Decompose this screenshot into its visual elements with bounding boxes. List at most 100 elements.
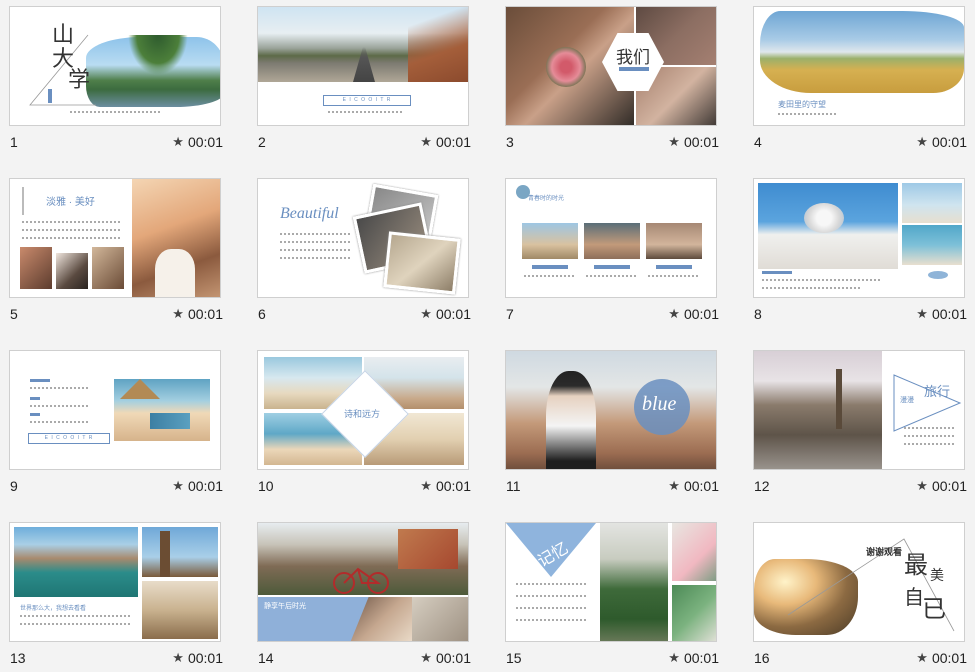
slide-6[interactable]: Beautiful 6 ★ 00:01 bbox=[257, 178, 477, 328]
star-icon: ★ bbox=[668, 478, 680, 493]
duration-text: 00:01 bbox=[683, 134, 719, 150]
slide-duration[interactable]: ★ 00:01 bbox=[172, 478, 223, 494]
slide-duration[interactable]: ★ 00:01 bbox=[420, 134, 471, 150]
slide-number: 9 bbox=[10, 478, 18, 494]
body-text bbox=[904, 427, 954, 429]
slide-duration[interactable]: ★ 00:01 bbox=[420, 306, 471, 322]
slide-duration[interactable]: ★ 00:01 bbox=[172, 134, 223, 150]
caption: 诗和远方 bbox=[344, 409, 381, 419]
street-photo bbox=[754, 351, 882, 469]
slide-thumbnail[interactable]: 山 大 学 bbox=[9, 6, 221, 126]
duration-text: 00:01 bbox=[931, 134, 967, 150]
body-text bbox=[762, 279, 882, 281]
slide-duration[interactable]: ★ 00:01 bbox=[172, 306, 223, 322]
body-text bbox=[20, 615, 130, 617]
slide-number: 1 bbox=[10, 134, 18, 150]
wheat-field-photo bbox=[760, 11, 964, 93]
slide-duration[interactable]: ★ 00:01 bbox=[916, 478, 967, 494]
title-char-3: 自 bbox=[904, 587, 924, 609]
subtitle-text bbox=[328, 111, 404, 113]
slide-duration[interactable]: ★ 00:01 bbox=[420, 478, 471, 494]
duration-text: 00:01 bbox=[435, 478, 471, 494]
body-text bbox=[22, 237, 122, 239]
star-icon: ★ bbox=[668, 306, 680, 321]
slide-duration[interactable]: ★ 00:01 bbox=[668, 134, 719, 150]
slide-thumbnail[interactable]: 麦田里的守望 bbox=[753, 6, 965, 126]
body-text bbox=[30, 405, 90, 407]
slide-duration[interactable]: ★ 00:01 bbox=[172, 650, 223, 666]
star-icon: ★ bbox=[420, 650, 432, 665]
title-char-3: 学 bbox=[68, 67, 91, 92]
slide-duration[interactable]: ★ 00:01 bbox=[916, 134, 967, 150]
slide-16[interactable]: 谢谢观看 最 美 自 已 16 ★ 00:01 bbox=[753, 522, 973, 672]
slide-14[interactable]: 静享午后时光 14 ★ 00:01 bbox=[257, 522, 477, 672]
body-text bbox=[524, 275, 576, 277]
slide-thumbnail[interactable]: Beautiful bbox=[257, 178, 469, 298]
body-text bbox=[516, 583, 586, 585]
tower-photo bbox=[160, 531, 170, 577]
slide-thumbnail[interactable]: 世界那么大，我想去看看 bbox=[9, 522, 221, 642]
slide-duration[interactable]: ★ 00:01 bbox=[916, 650, 967, 666]
portrait-photo bbox=[92, 247, 124, 289]
slide-thumbnail[interactable]: 记忆 bbox=[505, 522, 717, 642]
slide-duration[interactable]: ★ 00:01 bbox=[916, 306, 967, 322]
label-bar bbox=[762, 271, 792, 274]
slide-4[interactable]: 麦田里的守望 4 ★ 00:01 bbox=[753, 6, 973, 156]
slide-duration[interactable]: ★ 00:01 bbox=[668, 650, 719, 666]
title-box: E I C O O I T R bbox=[28, 433, 110, 444]
slide-thumbnail[interactable]: E I C O O I T R bbox=[9, 350, 221, 470]
slide-number: 16 bbox=[754, 650, 770, 666]
girl-photo bbox=[584, 223, 640, 259]
boat-photo bbox=[902, 183, 962, 223]
duration-text: 00:01 bbox=[931, 306, 967, 322]
slide-thumbnail[interactable]: blue bbox=[505, 350, 717, 470]
star-icon: ★ bbox=[668, 650, 680, 665]
slide-thumbnail[interactable]: 静享午后时光 bbox=[257, 522, 469, 642]
slide-2[interactable]: E I C O O I T R 2 ★ 00:01 bbox=[257, 6, 477, 156]
slide-13[interactable]: 世界那么大，我想去看看 13 ★ 00:01 bbox=[9, 522, 229, 672]
label-bar bbox=[532, 265, 568, 269]
body-text bbox=[20, 623, 130, 625]
bicycle-icon bbox=[333, 567, 389, 594]
beach-photo bbox=[902, 225, 962, 265]
slide-8[interactable]: 8 ★ 00:01 bbox=[753, 178, 973, 328]
body-text bbox=[586, 275, 638, 277]
slide-3[interactable]: 我们 3 ★ 00:01 bbox=[505, 6, 725, 156]
slide-duration[interactable]: ★ 00:01 bbox=[668, 478, 719, 494]
slide-number: 10 bbox=[258, 478, 274, 494]
slide-duration[interactable]: ★ 00:01 bbox=[668, 306, 719, 322]
subtitle-text bbox=[70, 111, 160, 113]
slide-duration[interactable]: ★ 00:01 bbox=[420, 650, 471, 666]
duration-text: 00:01 bbox=[187, 306, 223, 322]
duration-text: 00:01 bbox=[187, 134, 223, 150]
duration-text: 00:01 bbox=[683, 306, 719, 322]
beach-books-photo bbox=[114, 379, 210, 441]
slide-thumbnail[interactable]: 淡雅 · 美好 bbox=[9, 178, 221, 298]
slide-9[interactable]: E I C O O I T R 9 ★ 00:01 bbox=[9, 350, 229, 500]
slide-title: 淡雅 · 美好 bbox=[46, 197, 95, 208]
slide-12[interactable]: 旅行 漫漫 12 ★ 00:01 bbox=[753, 350, 973, 500]
portrait-photo bbox=[56, 253, 88, 289]
duration-text: 00:01 bbox=[435, 306, 471, 322]
slide-10[interactable]: 诗和远方 10 ★ 00:01 bbox=[257, 350, 477, 500]
slide-thumbnail[interactable]: 谢谢观看 最 美 自 已 bbox=[753, 522, 965, 642]
duration-text: 00:01 bbox=[187, 650, 223, 666]
big-ben-photo bbox=[142, 527, 218, 577]
body-text bbox=[280, 257, 350, 259]
storefront-photo bbox=[600, 523, 668, 641]
duration-text: 00:01 bbox=[931, 650, 967, 666]
slide-7[interactable]: 青春时的时光 7 ★ 00:01 bbox=[505, 178, 725, 328]
slide-11[interactable]: blue 11 ★ 00:01 bbox=[505, 350, 725, 500]
slide-thumbnail[interactable]: 诗和远方 bbox=[257, 350, 469, 470]
slide-thumbnail[interactable] bbox=[753, 178, 965, 298]
beach-photo bbox=[522, 223, 578, 259]
slide-thumbnail[interactable]: 我们 bbox=[505, 6, 717, 126]
slide-1[interactable]: 山 大 学 1 ★ 00:01 bbox=[9, 6, 229, 156]
slide-15[interactable]: 记忆 15 ★ 00:01 bbox=[505, 522, 725, 672]
slide-thumbnail[interactable]: 青春时的时光 bbox=[505, 178, 717, 298]
slide-thumbnail[interactable]: E I C O O I T R bbox=[257, 6, 469, 126]
slide-number: 3 bbox=[506, 134, 514, 150]
slide-thumbnail[interactable]: 旅行 漫漫 bbox=[753, 350, 965, 470]
slide-5[interactable]: 淡雅 · 美好 5 ★ 00:01 bbox=[9, 178, 229, 328]
body-text bbox=[22, 229, 122, 231]
